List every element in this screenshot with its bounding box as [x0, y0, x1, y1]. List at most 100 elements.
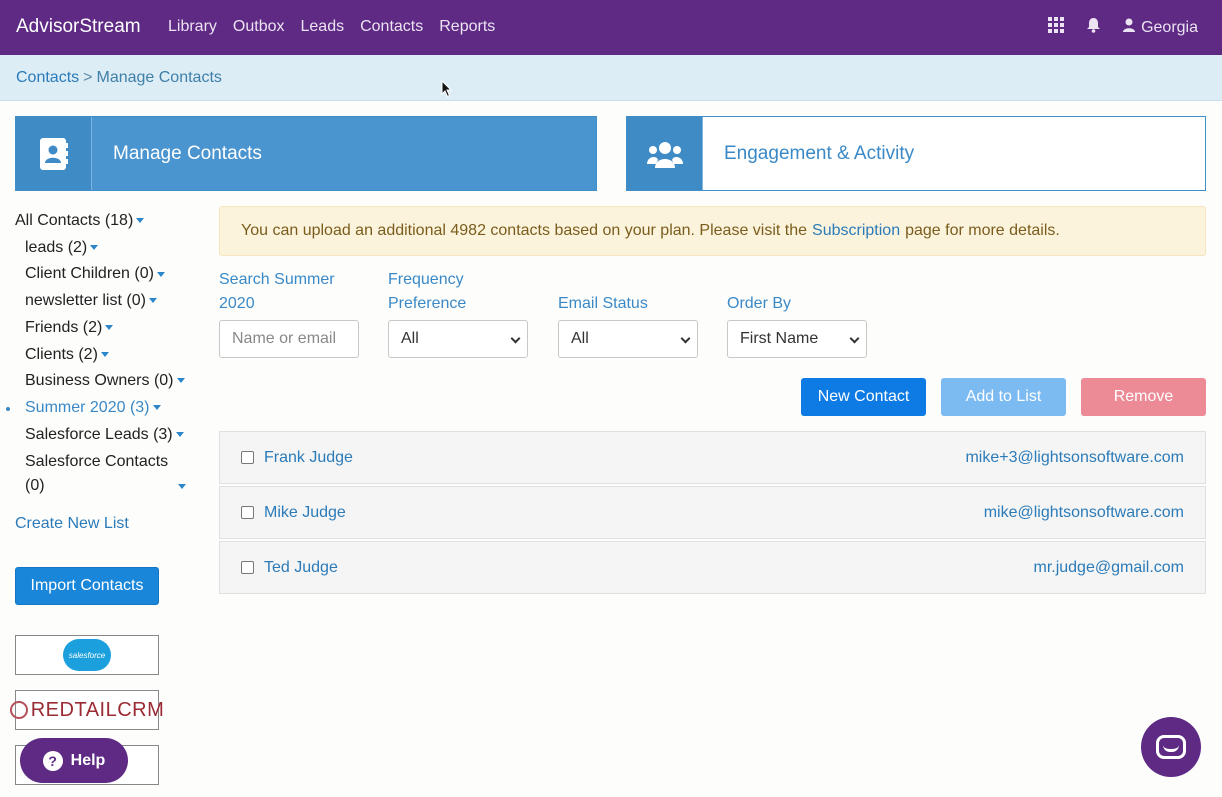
breadcrumb-bar: Contacts > Manage Contacts [0, 55, 1222, 101]
salesforce-logo: salesforce [63, 639, 111, 671]
salesforce-logo-text: salesforce [68, 650, 106, 660]
order-by-filter: Order By First Name [727, 272, 867, 358]
new-contact-button[interactable]: New Contact [801, 378, 926, 416]
order-by-value: First Name [740, 330, 819, 347]
chevron-down-icon[interactable] [105, 325, 114, 331]
upload-limit-alert: You can upload an additional 4982 contac… [219, 206, 1206, 256]
table-row: Frank Judge mike+3@lightsonsoftware.com [219, 431, 1206, 484]
users-icon [627, 117, 703, 190]
top-nav: AdvisorStream Library Outbox Leads Conta… [0, 0, 1222, 55]
contact-name[interactable]: Mike Judge [264, 504, 346, 522]
search-label: Search Summer 2020 [219, 271, 335, 312]
chevron-down-icon[interactable] [100, 351, 109, 357]
help-button[interactable]: ? Help [20, 738, 128, 783]
email-status-filter: Email Status All [558, 272, 698, 358]
list-label: Summer 2020 (3) [25, 398, 150, 416]
list-item[interactable]: Client Children (0) [15, 261, 205, 288]
chat-icon [1156, 735, 1186, 759]
chevron-down-icon[interactable] [136, 218, 145, 224]
active-dot-icon [6, 406, 10, 411]
nav-link-outbox[interactable]: Outbox [233, 18, 285, 36]
frequency-label: Frequency Preference [388, 271, 467, 312]
table-row: Ted Judge mr.judge@gmail.com [219, 541, 1206, 594]
search-filter: Search Summer 2020 Name or email [219, 271, 359, 358]
list-label: Salesforce Leads (3) [25, 425, 173, 443]
row-checkbox[interactable] [241, 451, 254, 464]
chevron-down-icon [510, 333, 521, 344]
frequency-value: All [401, 330, 419, 347]
nav-link-reports[interactable]: Reports [439, 18, 495, 36]
alert-text: You can upload an additional 4982 contac… [241, 222, 808, 239]
chevron-down-icon[interactable] [156, 271, 165, 277]
nav-link-leads[interactable]: Leads [301, 18, 345, 36]
engagement-card[interactable]: Engagement & Activity [626, 116, 1206, 191]
nav-link-contacts[interactable]: Contacts [360, 18, 423, 36]
list-all-contacts[interactable]: All Contacts (18) [15, 208, 205, 235]
brand-logo[interactable]: AdvisorStream [16, 16, 141, 38]
grid-icon[interactable] [1048, 17, 1065, 38]
chevron-down-icon[interactable] [176, 378, 185, 384]
user-menu[interactable]: Georgia [1123, 18, 1198, 37]
chat-launcher-button[interactable] [1141, 717, 1201, 777]
row-checkbox[interactable] [241, 561, 254, 574]
row-checkbox[interactable] [241, 506, 254, 519]
list-label: Salesforce Contacts (0) [25, 453, 169, 495]
chevron-down-icon[interactable] [148, 298, 157, 304]
email-status-select[interactable]: All [558, 320, 698, 358]
manage-contacts-card[interactable]: Manage Contacts [15, 116, 597, 191]
add-to-list-button[interactable]: Add to List [941, 378, 1066, 416]
breadcrumb: Contacts > Manage Contacts [16, 69, 222, 87]
alert-text-end: page for more details. [905, 222, 1060, 239]
list-item[interactable]: Salesforce Contacts (0) [15, 448, 205, 498]
chevron-down-icon [680, 333, 691, 344]
redtail-integration[interactable]: REDTAILCRM [9, 690, 164, 730]
list-item[interactable]: Clients (2) [15, 342, 205, 369]
question-icon: ? [42, 750, 63, 771]
chevron-down-icon[interactable] [175, 431, 184, 437]
remove-button[interactable]: Remove [1081, 378, 1206, 416]
frequency-filter: Frequency Preference All [388, 271, 528, 358]
list-item[interactable]: Friends (2) [15, 315, 205, 342]
salesforce-integration[interactable]: salesforce [15, 635, 159, 675]
redtail-logo: REDTAILCRM [9, 699, 165, 722]
list-label: leads (2) [25, 238, 88, 256]
list-label: Client Children (0) [25, 265, 154, 283]
contact-email[interactable]: mike+3@lightsonsoftware.com [965, 449, 1184, 467]
create-new-list-link[interactable]: Create New List [15, 515, 129, 533]
list-label: newsletter list (0) [25, 292, 146, 310]
chevron-down-icon[interactable] [90, 244, 99, 250]
nav-link-library[interactable]: Library [168, 18, 217, 36]
order-by-label: Order By [727, 295, 792, 312]
frequency-select[interactable]: All [388, 320, 528, 358]
list-item[interactable]: leads (2) [15, 235, 205, 262]
subscription-link[interactable]: Subscription [812, 222, 900, 240]
table-row: Mike Judge mike@lightsonsoftware.com [219, 486, 1206, 539]
email-status-label: Email Status [558, 295, 648, 312]
breadcrumb-contacts[interactable]: Contacts [16, 69, 79, 86]
import-contacts-button[interactable]: Import Contacts [15, 567, 159, 605]
chevron-down-icon[interactable] [152, 405, 161, 411]
list-item[interactable]: Salesforce Leads (3) [15, 422, 205, 449]
nav-links: Library Outbox Leads Contacts Reports [168, 18, 495, 36]
contact-name[interactable]: Ted Judge [264, 559, 338, 577]
nav-right: Georgia [1048, 17, 1198, 38]
address-book-icon [16, 117, 92, 190]
contact-lists-sidebar: All Contacts (18) leads (2) Client Child… [6, 208, 205, 498]
list-item-active[interactable]: Summer 2020 (3) [6, 395, 205, 422]
list-item[interactable]: newsletter list (0) [15, 288, 205, 315]
search-input[interactable]: Name or email [219, 320, 359, 358]
help-label: Help [70, 751, 106, 769]
user-icon [1123, 18, 1136, 37]
contact-name[interactable]: Frank Judge [264, 449, 353, 467]
chevron-down-icon[interactable] [178, 483, 186, 489]
order-by-select[interactable]: First Name [727, 320, 867, 358]
bell-icon[interactable] [1086, 17, 1101, 38]
list-item[interactable]: Business Owners (0) [15, 368, 205, 395]
contact-email[interactable]: mr.judge@gmail.com [1033, 559, 1184, 577]
contacts-table: Frank Judge mike+3@lightsonsoftware.com … [219, 431, 1206, 596]
mouse-cursor-icon [441, 80, 453, 98]
contact-email[interactable]: mike@lightsonsoftware.com [984, 504, 1184, 522]
email-status-value: All [571, 330, 589, 347]
list-label: All Contacts (18) [15, 212, 134, 229]
manage-contacts-label: Manage Contacts [113, 142, 262, 164]
